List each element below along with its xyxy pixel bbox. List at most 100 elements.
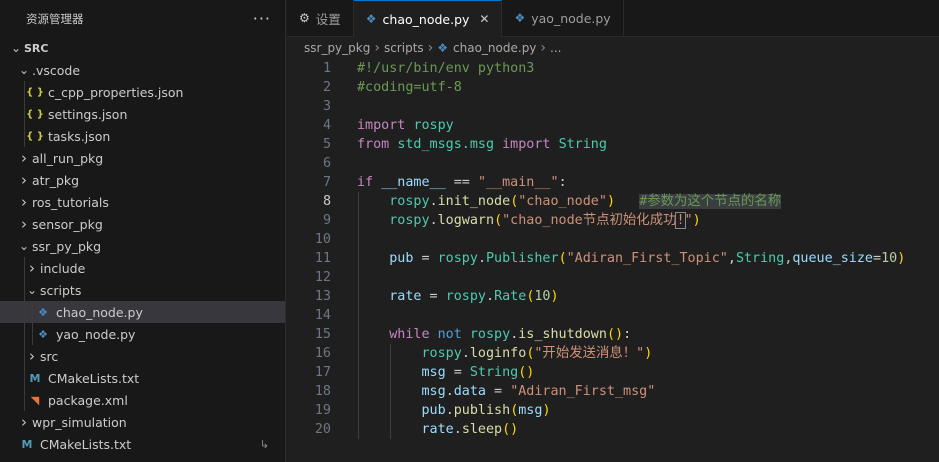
code-text: rospy.loginfo("开始发送消息！") (357, 344, 653, 363)
code-text: pub.publish(msg) (357, 401, 551, 420)
explorer-title: 资源管理器 (26, 11, 84, 26)
tree-item[interactable]: { } settings.json (0, 103, 285, 125)
tab-chao_node-py[interactable]: ❖ chao_node.py ✕ (353, 0, 503, 37)
code-token: String (469, 365, 519, 380)
close-icon[interactable]: ✕ (479, 12, 489, 26)
code-token: rospy (389, 194, 430, 209)
tree-item[interactable]: › include (0, 257, 285, 279)
chevron-right-icon[interactable]: › (24, 347, 40, 365)
tab-label: yao_node.py (531, 10, 611, 26)
tree-item[interactable]: { } tasks.json (0, 125, 285, 147)
line-number: 2 (322, 80, 331, 95)
tree-item-label: wpr_simulation (32, 414, 127, 430)
chevron-right-icon[interactable]: › (16, 215, 32, 233)
file-tree: ⌄ SRC ⌄ .vscode{ } c_cpp_properties.json{ } s… (0, 37, 285, 455)
code-line: 2 #coding=utf-8 (287, 78, 939, 97)
symlink-icon: ↳ (259, 437, 269, 451)
json-file-icon: { } (26, 86, 44, 98)
tree-item-label: .vscode (32, 62, 81, 78)
chevron-right-icon[interactable]: › (24, 259, 40, 277)
code-token: 10 (534, 289, 551, 304)
breadcrumb-item[interactable]: ssr_py_pkg (304, 41, 370, 55)
json-file-icon: { } (26, 130, 44, 142)
code-token: () (518, 365, 535, 380)
code-token: import (357, 118, 406, 133)
chevron-right-icon[interactable]: › (16, 413, 32, 431)
indent-guide (358, 325, 359, 344)
tree-item[interactable]: ⌄ .vscode (0, 59, 285, 81)
code-token: import (502, 137, 551, 152)
code-token: rospy (389, 213, 430, 228)
tab-yao_node-py[interactable]: ❖ yao_node.py (502, 0, 624, 36)
code-line: 15 while not rospy.is_shutdown(): (287, 325, 939, 344)
tree-item[interactable]: › all_run_pkg (0, 147, 285, 169)
line-number: 15 (314, 327, 331, 342)
tree-item[interactable]: › sensor_pkg (0, 213, 285, 235)
cmake-file-icon: M (21, 437, 33, 451)
tree-item[interactable]: › wpr_simulation (0, 411, 285, 433)
code-text: rate = rospy.Rate(10) (357, 287, 558, 306)
line-number: 1 (322, 61, 331, 76)
chevron-right-icon[interactable]: › (16, 149, 32, 167)
tree-item[interactable]: M CMakeLists.txt ↳ (0, 433, 285, 455)
code-token: rate (389, 289, 422, 304)
tree-item[interactable]: ⌄ scripts (0, 279, 285, 301)
code-token: msg (518, 403, 543, 418)
tree-item-label: tasks.json (48, 128, 111, 144)
chevron-right-icon: › (374, 40, 380, 56)
code-token: if (357, 175, 374, 190)
tree-item-label: CMakeLists.txt (40, 436, 132, 452)
code-editor[interactable]: 1 #!/usr/bin/env python3 2 #coding=utf-8 3 4 i… (287, 59, 939, 439)
code-token: Publisher (486, 251, 559, 266)
code-token: ! (675, 212, 686, 229)
chevron-right-icon[interactable]: › (16, 193, 32, 211)
code-text: msg.data = "Adiran_First_msg" (357, 382, 656, 401)
breadcrumb-item[interactable]: ... (550, 41, 561, 55)
indent-guide (358, 192, 359, 211)
tree-item[interactable]: ❖ chao_node.py (0, 301, 285, 323)
code-token: : (623, 327, 632, 342)
tree-item[interactable]: › atr_pkg (0, 169, 285, 191)
tree-item-label: include (40, 260, 86, 276)
tree-item[interactable]: ⌄ ssr_py_pkg (0, 235, 285, 257)
code-token: data (453, 384, 486, 399)
chevron-down-icon[interactable]: ⌄ (16, 63, 32, 77)
tree-item[interactable]: › src (0, 345, 285, 367)
code-line: 7 if __name__ == "__main__": (287, 173, 939, 192)
code-token: #!/usr/bin/env python3 (357, 61, 535, 76)
more-actions-icon[interactable]: ··· (253, 9, 271, 28)
code-token: " (684, 213, 693, 228)
code-text: msg = String() (357, 363, 535, 382)
tree-item[interactable]: ⌄ SRC (0, 37, 285, 59)
breadcrumb-item[interactable]: scripts (384, 41, 424, 55)
tree-item[interactable]: ❖ yao_node.py (0, 323, 285, 345)
tree-item[interactable]: ◥ package.xml (0, 389, 285, 411)
tree-item-label: atr_pkg (32, 172, 80, 188)
indent-guide (390, 382, 391, 401)
code-line: 11 pub = rospy.Publisher("Adiran_First_T… (287, 249, 939, 268)
tab--[interactable]: ⚙ 设置 (287, 0, 354, 36)
code-token: . (429, 194, 438, 209)
tree-item[interactable]: { } c_cpp_properties.json (0, 81, 285, 103)
tree-item[interactable]: M CMakeLists.txt (0, 367, 285, 389)
line-number: 5 (322, 137, 331, 152)
chevron-down-icon[interactable]: ⌄ (16, 239, 32, 253)
tree-item[interactable]: › ros_tutorials (0, 191, 285, 213)
breadcrumb-item[interactable]: chao_node.py (453, 41, 536, 55)
code-line: 14 (287, 306, 939, 325)
chevron-right-icon[interactable]: › (16, 171, 32, 189)
code-line: 3 (287, 97, 939, 116)
code-line: 12 (287, 268, 939, 287)
chevron-down-icon[interactable]: ⌄ (24, 283, 40, 297)
code-token: "chao_node节点初始化成功 (502, 213, 677, 228)
code-token: sleep (461, 422, 503, 437)
chevron-down-icon[interactable]: ⌄ (8, 41, 24, 55)
code-token: ) (692, 213, 701, 228)
code-token: ) (644, 346, 653, 361)
line-number: 11 (314, 251, 331, 266)
breadcrumb: ssr_py_pkg › scripts › ❖ chao_node.py ›... (287, 37, 939, 59)
